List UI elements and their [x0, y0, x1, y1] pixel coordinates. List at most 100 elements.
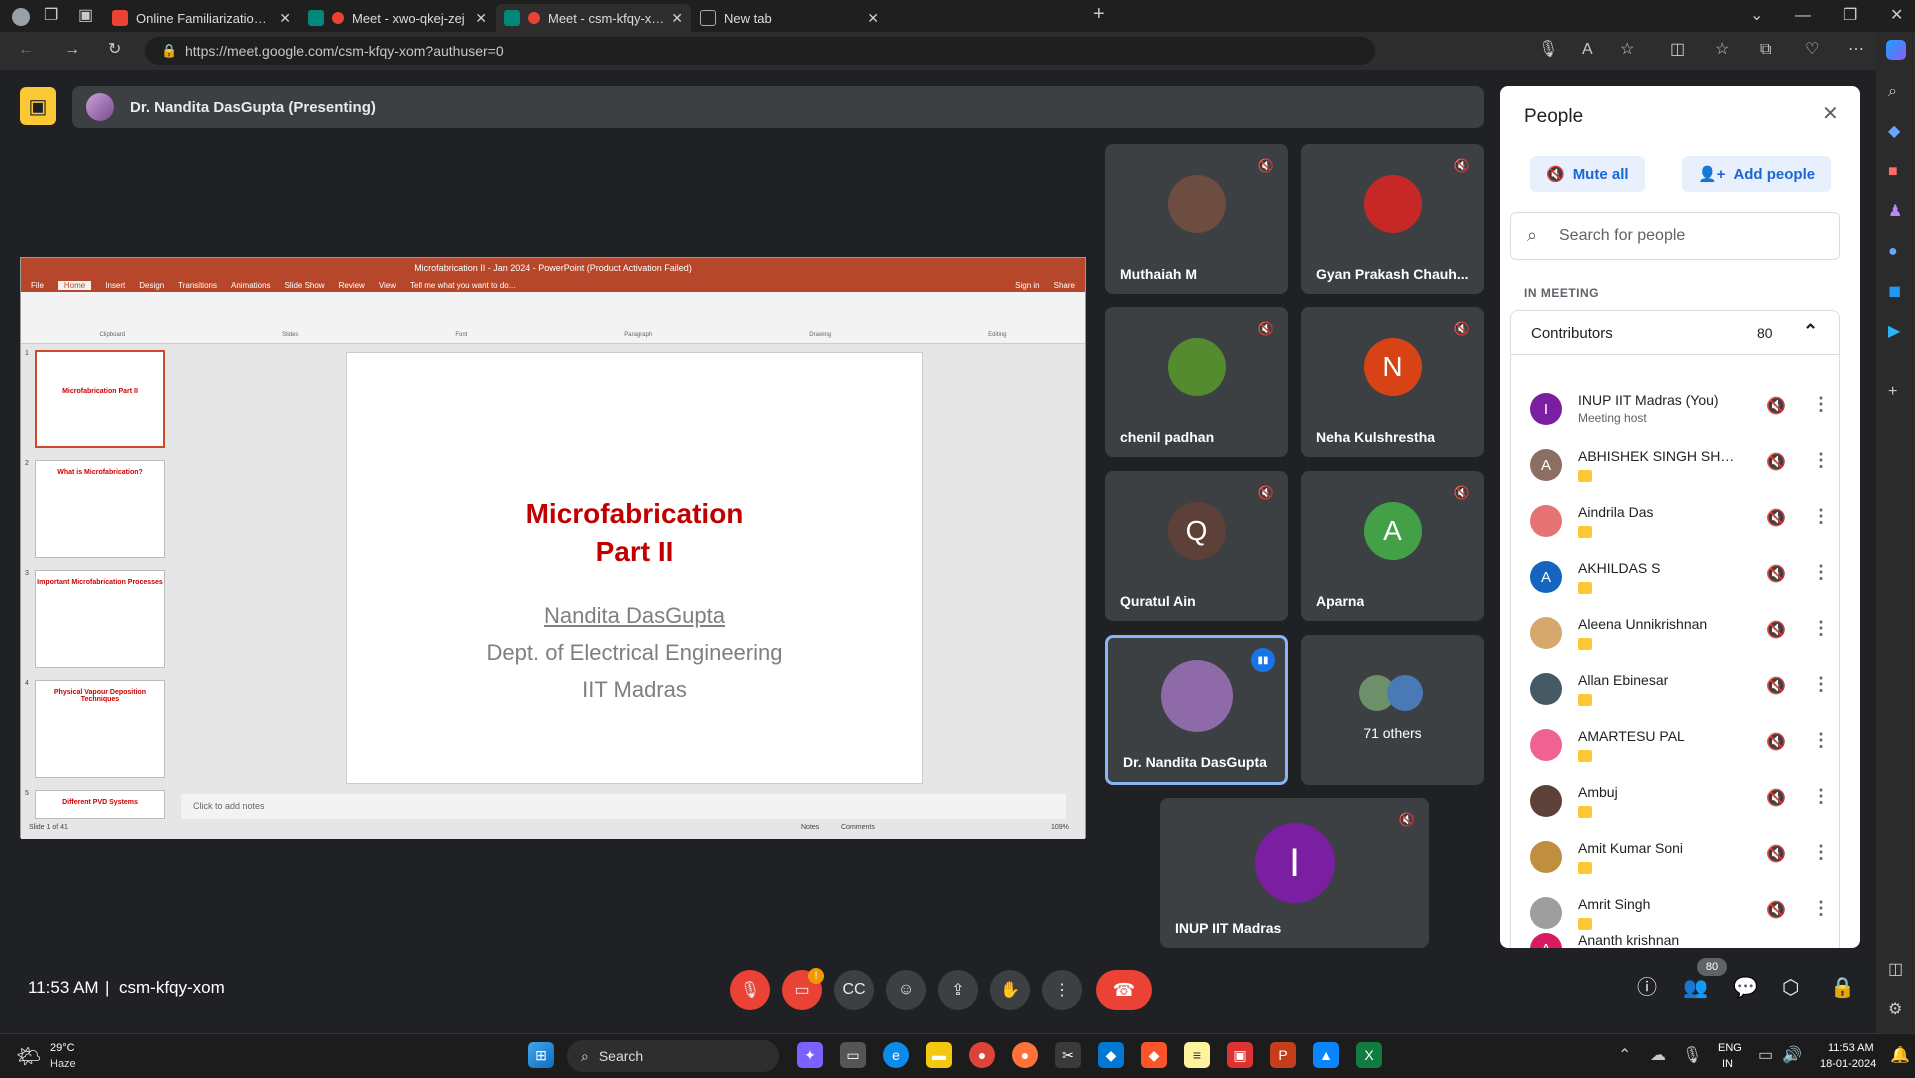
taskbar-date[interactable]: 18-01-2024 — [1820, 1058, 1876, 1070]
tray-mic-icon[interactable]: 🎙 — [1682, 1048, 1702, 1064]
participant-row[interactable]: Aindrila Das 🔇 ⋮ — [1530, 498, 1830, 554]
ppt-tab-review[interactable]: Review — [339, 281, 365, 290]
mic-off-icon[interactable]: 🔇 — [1766, 508, 1786, 528]
tab-meet-xwo[interactable]: Meet - xwo-qkej-zej ✕ — [300, 4, 495, 32]
file-explorer-icon[interactable]: ▬ — [926, 1042, 952, 1068]
participant-row[interactable]: A ABHISHEK SINGH SHEK... 🔇 ⋮ — [1530, 442, 1830, 498]
ppt-tab-design[interactable]: Design — [139, 281, 164, 290]
mic-off-icon[interactable]: 🔇 — [1766, 788, 1786, 808]
host-controls-icon[interactable]: 🔒 — [1830, 978, 1855, 998]
more-options-icon[interactable]: ⋮ — [1812, 618, 1830, 639]
toolbox-icon[interactable]: ■ — [1888, 164, 1898, 180]
restore-icon[interactable]: ❐ — [1843, 8, 1857, 24]
chat-icon[interactable]: 💬 — [1733, 978, 1758, 998]
more-options-icon[interactable]: ⋮ — [1812, 842, 1830, 863]
ppt-tab-slideshow[interactable]: Slide Show — [285, 281, 325, 290]
meeting-info-icon[interactable]: ⓘ — [1637, 978, 1657, 998]
activities-icon[interactable]: ⬡ — [1782, 978, 1799, 998]
participant-row[interactable]: Aleena Unnikrishnan 🔇 ⋮ — [1530, 610, 1830, 666]
brave-app-icon[interactable]: ◆ — [1141, 1042, 1167, 1068]
leave-call-button[interactable]: ☎ — [1096, 970, 1152, 1010]
mic-off-icon[interactable]: 🔇 — [1766, 732, 1786, 752]
participant-row[interactable]: A Ananth krishnan — [1530, 926, 1830, 948]
drop-icon[interactable]: ▶ — [1888, 324, 1900, 340]
slide-thumbnail[interactable]: What is Microfabrication? — [35, 460, 165, 558]
powerpoint-app-icon[interactable]: P — [1270, 1042, 1296, 1068]
sidebar-toggle-icon[interactable]: ◫ — [1888, 962, 1903, 978]
ppt-signin[interactable]: Sign in — [1015, 281, 1039, 290]
raise-hand-button[interactable]: ✋ — [990, 970, 1030, 1010]
notes-toggle[interactable]: Notes — [801, 824, 819, 831]
participant-tile[interactable]: N 🔇 Neha Kulshrestha — [1301, 307, 1484, 457]
participant-tile[interactable]: A 🔇 Aparna — [1301, 471, 1484, 621]
search-people-input[interactable]: ⌕ Search for people — [1510, 212, 1840, 260]
profile-icon[interactable] — [12, 8, 30, 26]
participant-row[interactable]: Amit Kumar Soni 🔇 ⋮ — [1530, 834, 1830, 890]
back-icon[interactable]: ← — [18, 42, 34, 58]
captions-button[interactable]: CC — [834, 970, 874, 1010]
vertical-tabs-icon[interactable]: ▣ — [78, 8, 93, 24]
tray-chevron-up-icon[interactable]: ⌃ — [1618, 1048, 1631, 1064]
tab-meet-csm[interactable]: Meet - csm-kfqy-xom ✕ — [496, 4, 691, 32]
reactions-button[interactable]: ☺ — [886, 970, 926, 1010]
mute-all-button[interactable]: 🔇 Mute all — [1530, 156, 1645, 192]
collections-icon[interactable]: ⧉ — [1760, 42, 1771, 58]
mic-off-icon[interactable]: 🔇 — [1766, 396, 1786, 416]
tab-new[interactable]: New tab ✕ — [692, 4, 887, 32]
tag-icon[interactable]: ◆ — [1888, 124, 1900, 140]
notepad-app-icon[interactable]: ≡ — [1184, 1042, 1210, 1068]
workspaces-icon[interactable]: ❐ — [44, 8, 58, 24]
tab-online-workshop[interactable]: Online Familiarization Workshop ✕ — [104, 4, 299, 32]
snipping-tool-icon[interactable]: ✂ — [1055, 1042, 1081, 1068]
split-screen-icon[interactable]: ◫ — [1670, 42, 1685, 58]
onedrive-icon[interactable]: ☁ — [1650, 1048, 1666, 1064]
ppt-tab-animations[interactable]: Animations — [231, 281, 271, 290]
vscode-app-icon[interactable]: ◆ — [1098, 1042, 1124, 1068]
mic-off-icon[interactable]: 🔇 — [1766, 620, 1786, 640]
close-icon[interactable]: ✕ — [279, 10, 291, 27]
participant-row[interactable]: Allan Ebinesar 🔇 ⋮ — [1530, 666, 1830, 722]
more-options-icon[interactable]: ⋮ — [1812, 730, 1830, 751]
tab-actions-chevron-icon[interactable]: ⌄ — [1750, 8, 1763, 24]
refresh-icon[interactable]: ↻ — [108, 42, 121, 58]
zoom-level[interactable]: 109% — [1051, 824, 1069, 831]
m365-icon[interactable]: ● — [1888, 244, 1898, 260]
window-close-icon[interactable]: ✕ — [1890, 8, 1903, 24]
ppt-tab-view[interactable]: View — [379, 281, 396, 290]
photos-app-icon[interactable]: ▲ — [1313, 1042, 1339, 1068]
network-icon[interactable]: ▭ — [1758, 1048, 1773, 1064]
volume-icon[interactable]: 🔊 — [1782, 1048, 1802, 1064]
people-icon[interactable]: 👥 — [1683, 978, 1708, 998]
performance-icon[interactable]: ♡ — [1805, 42, 1819, 58]
taskbar-time[interactable]: 11:53 AM — [1828, 1042, 1874, 1054]
slide-thumbnail[interactable]: Microfabrication Part II — [35, 350, 165, 448]
contributors-header[interactable]: Contributors 80 ⌃ — [1511, 311, 1839, 355]
start-icon[interactable]: ⊞ — [528, 1042, 554, 1068]
participant-tile[interactable]: Q 🔇 Quratul Ain — [1105, 471, 1288, 621]
taskbar-search[interactable]: ⌕ Search — [567, 1040, 779, 1072]
comments-toggle[interactable]: Comments — [841, 824, 875, 831]
slide-thumbnail[interactable]: Important Microfabrication Processes — [35, 570, 165, 668]
new-tab-button[interactable]: + — [1093, 4, 1105, 24]
weather-widget[interactable]: 🌤 29°C Haze — [16, 1040, 106, 1074]
favorite-star-icon[interactable]: ☆ — [1620, 42, 1634, 58]
participant-tile[interactable]: 🔇 Gyan Prakash Chauh... — [1301, 144, 1484, 294]
close-icon[interactable]: ✕ — [1822, 104, 1839, 124]
outlook-icon[interactable]: ◼ — [1888, 284, 1901, 300]
mic-off-icon[interactable]: 🔇 — [1766, 452, 1786, 472]
self-tile[interactable]: I 🔇 INUP IIT Madras — [1160, 798, 1429, 948]
search-icon[interactable]: ⌕ — [1888, 84, 1897, 100]
ppt-tab-insert[interactable]: Insert — [105, 281, 125, 290]
more-options-icon[interactable]: ⋮ — [1812, 898, 1830, 919]
chrome-app-icon[interactable]: ● — [969, 1042, 995, 1068]
ppt-tab-home[interactable]: Home — [57, 280, 92, 290]
snip-app-icon[interactable]: ▣ — [1227, 1042, 1253, 1068]
forward-icon[interactable]: → — [64, 42, 80, 58]
participant-row[interactable]: AMARTESU PAL 🔇 ⋮ — [1530, 722, 1830, 778]
edge-app-icon[interactable]: e — [883, 1042, 909, 1068]
participant-tile[interactable]: 🔇 Muthaiah M — [1105, 144, 1288, 294]
close-icon[interactable]: ✕ — [671, 10, 683, 27]
address-bar[interactable]: 🔒 https://meet.google.com/csm-kfqy-xom?a… — [145, 37, 1375, 65]
participant-row[interactable]: Ambuj 🔇 ⋮ — [1530, 778, 1830, 834]
notifications-icon[interactable]: 🔔 — [1890, 1048, 1910, 1064]
